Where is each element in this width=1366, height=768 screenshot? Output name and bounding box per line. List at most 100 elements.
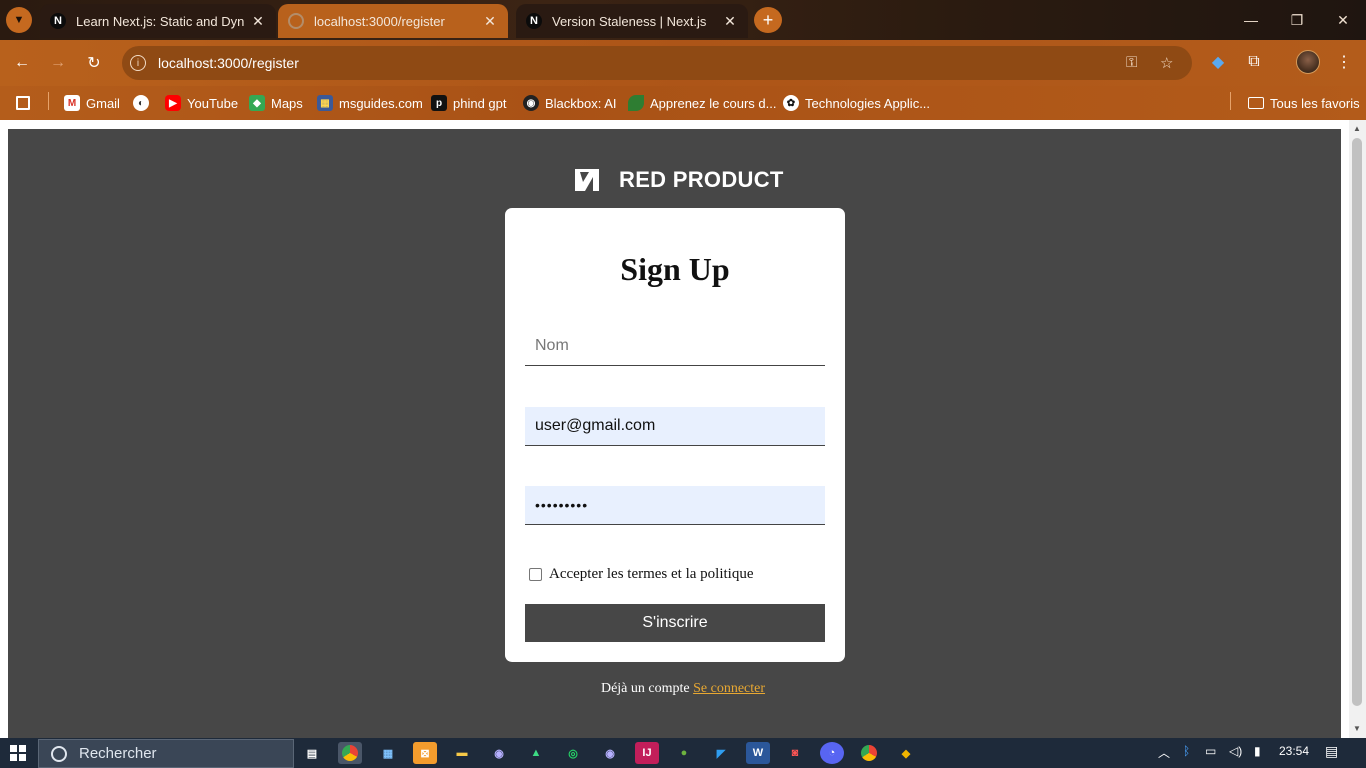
bookmark-technologies[interactable]: ✿ Technologies Applic... — [783, 92, 930, 114]
bookmark-maps[interactable]: ◆ Maps — [249, 92, 303, 114]
volume-icon[interactable]: ◁) — [1229, 744, 1242, 758]
bookmark-globe[interactable]: ◐ — [133, 92, 155, 114]
word-icon[interactable]: W — [746, 742, 770, 764]
reload-button[interactable]: ↻ — [83, 52, 105, 74]
browser-toolbar: ← → ↻ i localhost:3000/register ⚿ ☆ ◆ ⧉ … — [0, 40, 1366, 86]
restore-button[interactable]: ❐ — [1274, 0, 1320, 40]
eclipse-alt-icon[interactable]: ◉ — [598, 742, 622, 764]
chrome-icon[interactable] — [338, 742, 362, 764]
bookmark-label: msguides.com — [339, 95, 423, 111]
clock[interactable]: 23:54 — [1279, 744, 1309, 758]
bookmark-label: phind gpt — [453, 95, 507, 111]
url-text: localhost:3000/register — [158, 55, 299, 71]
folder-icon — [1248, 97, 1264, 109]
screen-recorder-icon[interactable]: ◙ — [783, 742, 807, 764]
terms-label: Accepter les termes et la politique — [549, 566, 754, 582]
blackbox-icon: ◉ — [523, 95, 539, 111]
bookmarks-bar: M Gmail ◐ ▶ YouTube ◆ Maps ▦ msguides.co… — [0, 86, 1366, 120]
network-icon[interactable]: ▭ — [1205, 744, 1216, 758]
minimize-button[interactable]: — — [1228, 0, 1274, 40]
site-info-icon[interactable]: i — [130, 55, 146, 71]
scrollbar-thumb[interactable] — [1352, 138, 1362, 706]
bookmark-label: Technologies Applic... — [805, 95, 931, 111]
chrome-alt-icon[interactable] — [857, 742, 881, 764]
close-icon[interactable]: ✕ — [722, 13, 738, 30]
register-button[interactable]: S'inscrire — [525, 604, 825, 642]
bluetooth-icon[interactable]: ᛒ — [1183, 744, 1190, 758]
bookmark-gmail[interactable]: M Gmail — [64, 92, 120, 114]
bookmark-separator — [1230, 92, 1231, 110]
key-icon[interactable]: ⚿ — [1126, 54, 1137, 71]
taskbar: Rechercher ▤ ▦ ⊠ ▬ ◉ ▲ ◎ ◉ IJ ● ◤ W ◙ ◔ … — [0, 738, 1366, 768]
tab-version-staleness[interactable]: N Version Staleness | Next.js ✕ — [516, 4, 748, 38]
android-studio-icon[interactable]: ▲ — [524, 742, 548, 764]
password-field[interactable] — [525, 486, 825, 525]
file-explorer-icon[interactable]: ▬ — [450, 742, 474, 764]
all-bookmarks-label: Tous les favoris — [1270, 95, 1360, 111]
bookmark-blackbox[interactable]: ◉ Blackbox: AI — [523, 92, 617, 114]
close-icon[interactable]: ✕ — [250, 13, 266, 30]
bookmark-label: Gmail — [86, 95, 120, 111]
gmail-icon: M — [64, 95, 80, 111]
close-window-button[interactable]: ✕ — [1320, 0, 1366, 40]
apps-icon[interactable] — [16, 92, 36, 114]
puzzle-icon[interactable]: ⧉ — [1243, 51, 1265, 73]
extension-icon[interactable]: ◆ — [1207, 51, 1229, 73]
xampp-icon[interactable]: ⊠ — [413, 742, 437, 764]
notepad-icon[interactable]: ▦ — [376, 742, 400, 764]
email-field[interactable] — [525, 407, 825, 446]
login-link[interactable]: Se connecter — [693, 681, 765, 696]
forward-button[interactable]: → — [47, 52, 69, 74]
spring-icon[interactable]: ● — [672, 742, 696, 764]
new-tab-button[interactable]: + — [754, 7, 782, 33]
tab-learn-nextjs[interactable]: N Learn Next.js: Static and Dynamic ✕ — [40, 4, 276, 38]
all-bookmarks-folder[interactable]: Tous les favoris — [1248, 92, 1360, 114]
taskbar-search[interactable]: Rechercher — [38, 739, 294, 768]
bookmark-separator — [48, 92, 49, 110]
vscode-icon[interactable]: ◤ — [709, 742, 733, 764]
nextjs-icon: N — [526, 13, 542, 29]
tab-register[interactable]: localhost:3000/register ✕ — [278, 4, 508, 38]
bookmark-label: Blackbox: AI — [545, 95, 617, 111]
openai-icon: ✿ — [783, 95, 799, 111]
nextjs-icon: N — [50, 13, 66, 29]
tab-title: Version Staleness | Next.js — [552, 13, 707, 29]
search-placeholder: Rechercher — [79, 745, 157, 762]
loading-icon — [288, 13, 304, 29]
notifications-icon[interactable]: ▤ — [1325, 743, 1338, 760]
windows-start-icon[interactable] — [10, 745, 26, 761]
whatsapp-icon[interactable]: ◎ — [561, 742, 585, 764]
address-bar[interactable]: i localhost:3000/register ⚿ ☆ — [122, 46, 1192, 80]
scrollbar[interactable]: ▲ ▼ — [1349, 120, 1366, 738]
bookmark-msguides[interactable]: ▦ msguides.com — [317, 92, 423, 114]
login-prompt: Déjà un compte Se connecter — [0, 681, 1366, 697]
bookmark-youtube[interactable]: ▶ YouTube — [165, 92, 238, 114]
intellij-icon[interactable]: IJ — [635, 742, 659, 764]
msguides-icon: ▦ — [317, 95, 333, 111]
tab-title: localhost:3000/register — [314, 13, 445, 29]
star-icon[interactable]: ☆ — [1160, 54, 1173, 72]
discord-icon[interactable]: ◔ — [820, 742, 844, 764]
menu-icon[interactable]: ⋮ — [1333, 51, 1355, 73]
avatar[interactable] — [1296, 50, 1320, 74]
eclipse-icon[interactable]: ◉ — [487, 742, 511, 764]
globe-icon: ◐ — [133, 95, 149, 111]
bookmark-label: Maps — [271, 95, 303, 111]
name-field[interactable] — [525, 327, 825, 366]
tab-search-button[interactable]: ▼ — [6, 7, 32, 33]
git-icon[interactable]: ◆ — [894, 742, 918, 764]
already-text: Déjà un compte — [600, 681, 690, 696]
bookmark-phind[interactable]: p phind gpt — [431, 92, 507, 114]
back-button[interactable]: ← — [11, 52, 33, 74]
task-view-icon[interactable]: ▤ — [300, 742, 324, 764]
battery-icon[interactable]: ▮ — [1254, 744, 1261, 758]
brand-logo-icon — [575, 169, 599, 191]
tab-strip: ▼ N Learn Next.js: Static and Dynamic ✕ … — [0, 0, 1366, 40]
brand-name: RED PRODUCT — [619, 167, 784, 192]
terms-checkbox[interactable] — [529, 568, 542, 581]
close-icon[interactable]: ✕ — [482, 13, 498, 30]
bookmark-apprenez[interactable]: Apprenez le cours d... — [628, 92, 776, 114]
youtube-icon: ▶ — [165, 95, 181, 111]
show-hidden-icons[interactable]: ︿ — [1158, 744, 1170, 761]
tab-title: Learn Next.js: Static and Dynamic — [76, 13, 244, 29]
